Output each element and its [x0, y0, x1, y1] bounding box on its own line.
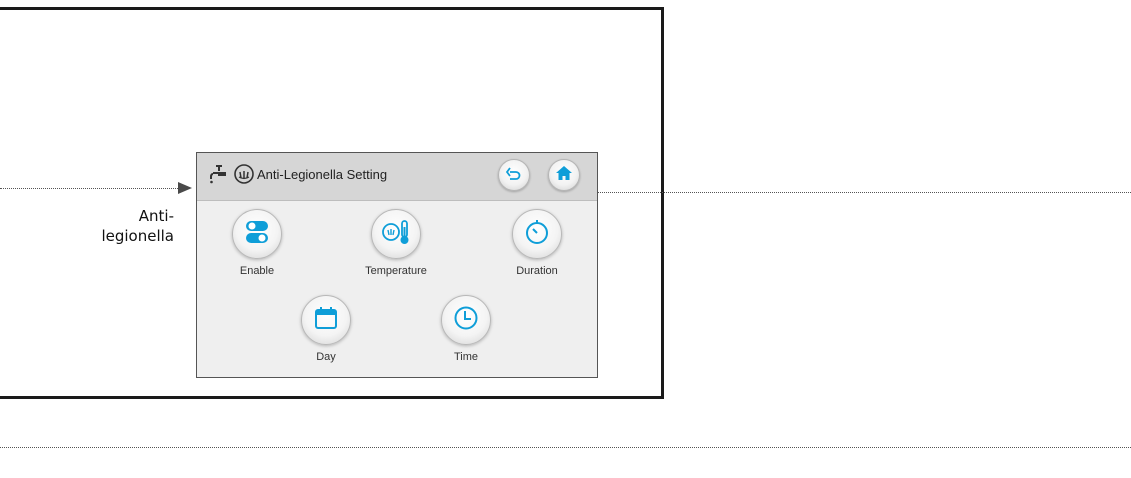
temperature-label: Temperature — [365, 265, 427, 277]
calendar-icon — [313, 305, 339, 336]
screen-header: Anti-Legionella Setting — [197, 153, 597, 201]
enable-tile[interactable]: Enable — [207, 209, 307, 277]
legionella-icon — [233, 163, 255, 190]
day-label: Day — [316, 351, 336, 363]
time-label: Time — [453, 351, 479, 363]
temperature-tile[interactable]: Temperature — [346, 209, 446, 277]
duration-button[interactable] — [512, 209, 562, 259]
connector-line-right — [598, 192, 1131, 193]
toggle-icon — [244, 219, 270, 250]
home-button[interactable] — [548, 159, 580, 191]
timer-icon — [524, 219, 550, 250]
connector-line-left — [0, 188, 178, 189]
faucet-icon — [209, 163, 231, 190]
enable-button[interactable] — [232, 209, 282, 259]
temperature-button[interactable] — [371, 209, 421, 259]
time-tile[interactable]: Time — [416, 295, 516, 363]
connector-line-bottom — [0, 447, 1131, 448]
settings-screen: Anti-Legionella Setting Enable Temperatu… — [196, 152, 598, 378]
duration-tile[interactable]: Duration — [487, 209, 587, 277]
day-button[interactable] — [301, 295, 351, 345]
anti-legionella-label: Anti- legionella — [101, 206, 174, 246]
connector-arrow — [178, 182, 192, 194]
back-button[interactable] — [498, 159, 530, 191]
clock-icon — [453, 305, 479, 336]
screen-title: Anti-Legionella Setting — [257, 167, 388, 182]
home-icon — [555, 164, 573, 187]
day-tile[interactable]: Day — [276, 295, 376, 363]
enable-label: Enable — [239, 265, 275, 277]
back-arrow-icon — [505, 164, 523, 187]
time-button[interactable] — [441, 295, 491, 345]
side-label-text: Anti- legionella — [101, 207, 174, 245]
temperature-icon — [381, 218, 411, 251]
duration-label: Duration — [516, 265, 558, 277]
header-icon-group — [209, 163, 255, 190]
